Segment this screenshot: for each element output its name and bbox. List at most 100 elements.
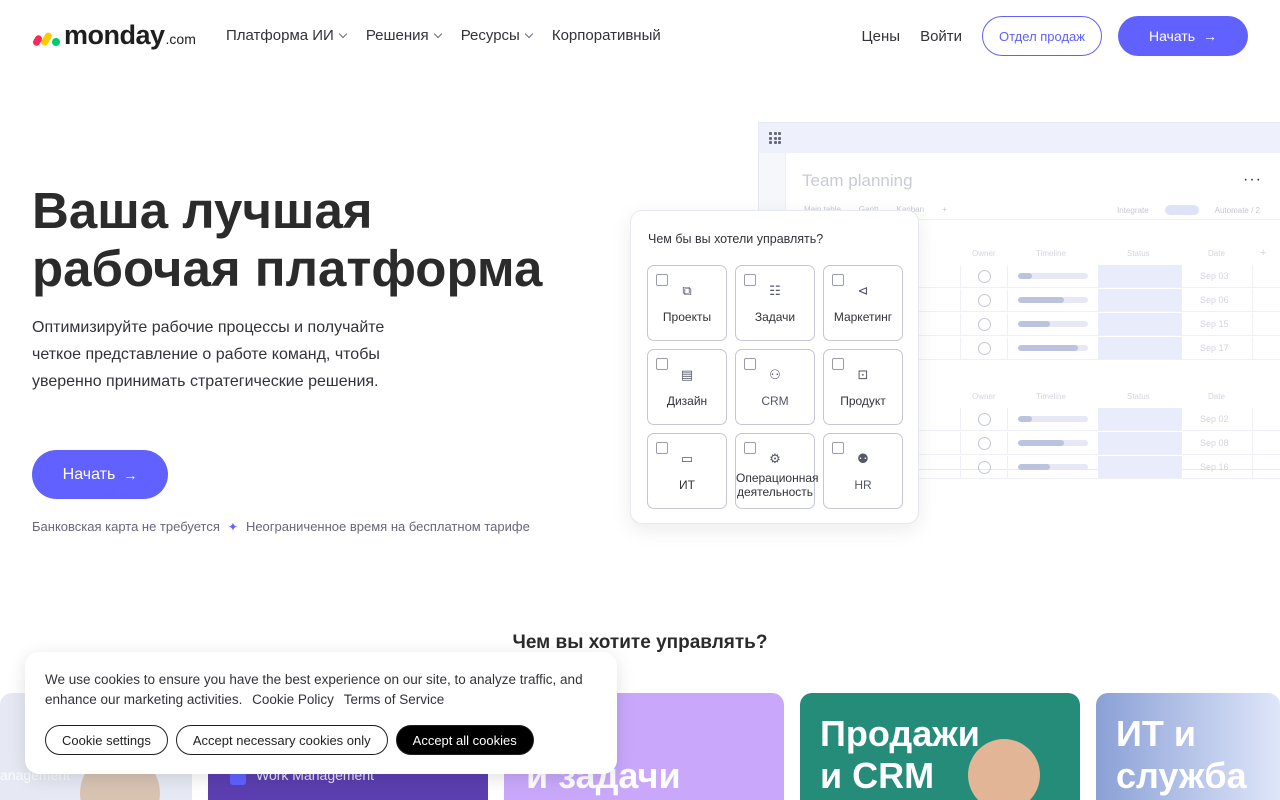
timeline-fill [1018,440,1064,446]
integrate-avatars [1164,205,1199,215]
column-date: Date [1208,249,1225,258]
nav-link-enterprise[interactable]: Корпоративный [552,27,661,44]
tile-it[interactable]: ▭ ИТ [647,433,727,509]
tile-projects[interactable]: ⧉ Проекты [647,265,727,341]
monday-logo-icon [31,26,60,48]
date-cell: Sep 03 [1200,271,1229,281]
monday-logo[interactable]: monday .com [31,20,196,51]
pricing-link[interactable]: Цены [862,28,901,45]
chevron-down-icon [433,29,442,38]
tile-label: Продукт [840,394,886,408]
row-end [1252,456,1253,478]
tile-tasks[interactable]: ☷ Задачи [735,265,815,341]
board-title: Team planning [802,171,913,190]
terms-of-service-link[interactable]: Terms of Service [344,692,445,707]
no-card-note: Банковская карта не требуется [32,519,220,534]
tile-product[interactable]: ⊡ Продукт [823,349,903,425]
apps-grid-icon [769,132,781,144]
avatar-icon [978,294,991,307]
cookie-settings-button[interactable]: Cookie settings [45,725,168,755]
row-end [1252,432,1253,454]
avatar-icon [978,318,991,331]
picker-title: Чем бы вы хотели управлять? [648,232,824,246]
card-it-service[interactable]: ИТ и служба [1096,693,1280,800]
folders-icon: ⧉ [682,283,692,298]
management-picker: Чем бы вы хотели управлять? ⧉ Проекты ☷ … [630,210,919,524]
tile-crm[interactable]: ⚇ CRM [735,349,815,425]
owner-cell [960,408,1008,430]
add-column-icon: + [1260,247,1267,259]
timeline-fill [1018,416,1032,422]
board-tab-add: + [942,205,947,214]
tile-label: CRM [761,394,789,408]
column-owner: Owner [972,249,996,258]
tile-operations[interactable]: ⚙ Операционная деятельность [735,433,819,509]
contact-sales-label: Отдел продаж [999,28,1085,44]
board-topbar [759,123,1280,153]
cookie-buttons: Cookie settings Accept necessary cookies… [45,725,534,755]
contact-sales-button[interactable]: Отдел продаж [982,16,1102,56]
laptop-icon: ▭ [680,451,694,466]
avatar-icon [978,461,991,474]
timeline-fill [1018,345,1078,351]
column-owner: Owner [972,392,996,401]
logo-suffix: .com [165,31,196,47]
chevron-down-icon [524,29,534,38]
column-status: Status [1127,392,1150,401]
owner-cell [960,337,1008,359]
accept-all-cookies-button[interactable]: Accept all cookies [395,725,534,755]
avatar-icon [978,270,991,283]
avatar-icon [978,342,991,355]
status-cell [1098,432,1182,454]
cookie-policy-link[interactable]: Cookie Policy [252,692,334,707]
owner-cell [960,313,1008,335]
column-status: Status [1127,249,1150,258]
timeline-fill [1018,297,1064,303]
nav-link-ai-platform[interactable]: Платформа ИИ [226,27,348,44]
status-cell [1098,289,1182,311]
tile-hr[interactable]: ⚉ HR [823,433,903,509]
cookie-text: We use cookies to ensure you have the be… [45,670,605,710]
login-link[interactable]: Войти [920,28,962,45]
timeline-bar [1018,345,1088,351]
card-sales-crm[interactable]: Продажи и CRM [800,693,1080,800]
nav-link-solutions[interactable]: Решения [365,27,442,44]
gear-icon: ⚙ [769,451,781,466]
nav-link-resources[interactable]: Ресурсы [460,27,534,44]
automate-label: Automate / 2 [1214,205,1260,215]
accept-necessary-cookies-button[interactable]: Accept necessary cookies only [175,725,388,755]
checklist-icon: ☷ [769,283,781,298]
date-cell: Sep 16 [1200,462,1229,472]
tile-label: Маркетинг [833,310,893,324]
date-cell: Sep 02 [1200,414,1229,424]
timeline-fill [1018,464,1050,470]
tile-label: ИТ [679,478,695,492]
timeline-bar [1018,321,1088,327]
nav-start-label: Начать [1148,28,1196,44]
row-end [1252,337,1253,359]
more-options-icon: ··· [1243,171,1262,188]
nav-actions: Цены Войти Отдел продаж Начать → [862,16,1248,56]
nav-link-label: Решения [365,27,429,44]
hero-start-button[interactable]: Начать → [32,450,168,499]
status-cell [1098,456,1182,478]
hero-note: Банковская карта не требуется ✦ Неограни… [32,519,530,534]
hero-title-line: рабочая платформа [32,240,543,297]
column-timeline: Timeline [1036,249,1066,258]
product-icon: ⊡ [857,367,869,382]
nav-link-label: Платформа ИИ [226,27,334,44]
timeline-bar [1018,273,1088,279]
nav-link-label: Ресурсы [460,27,520,44]
owner-cell [960,265,1008,287]
status-cell [1098,265,1182,287]
date-cell: Sep 06 [1200,295,1229,305]
hero-title-line: Ваша лучшая [32,182,373,239]
status-cell [1098,408,1182,430]
tile-design[interactable]: ▤ Дизайн [647,349,727,425]
tile-marketing[interactable]: ⊲ Маркетинг [823,265,903,341]
owner-cell [960,456,1008,478]
owner-cell [960,432,1008,454]
tile-label: Задачи [754,310,796,324]
chevron-down-icon [338,29,348,38]
nav-start-button[interactable]: Начать → [1118,16,1248,56]
